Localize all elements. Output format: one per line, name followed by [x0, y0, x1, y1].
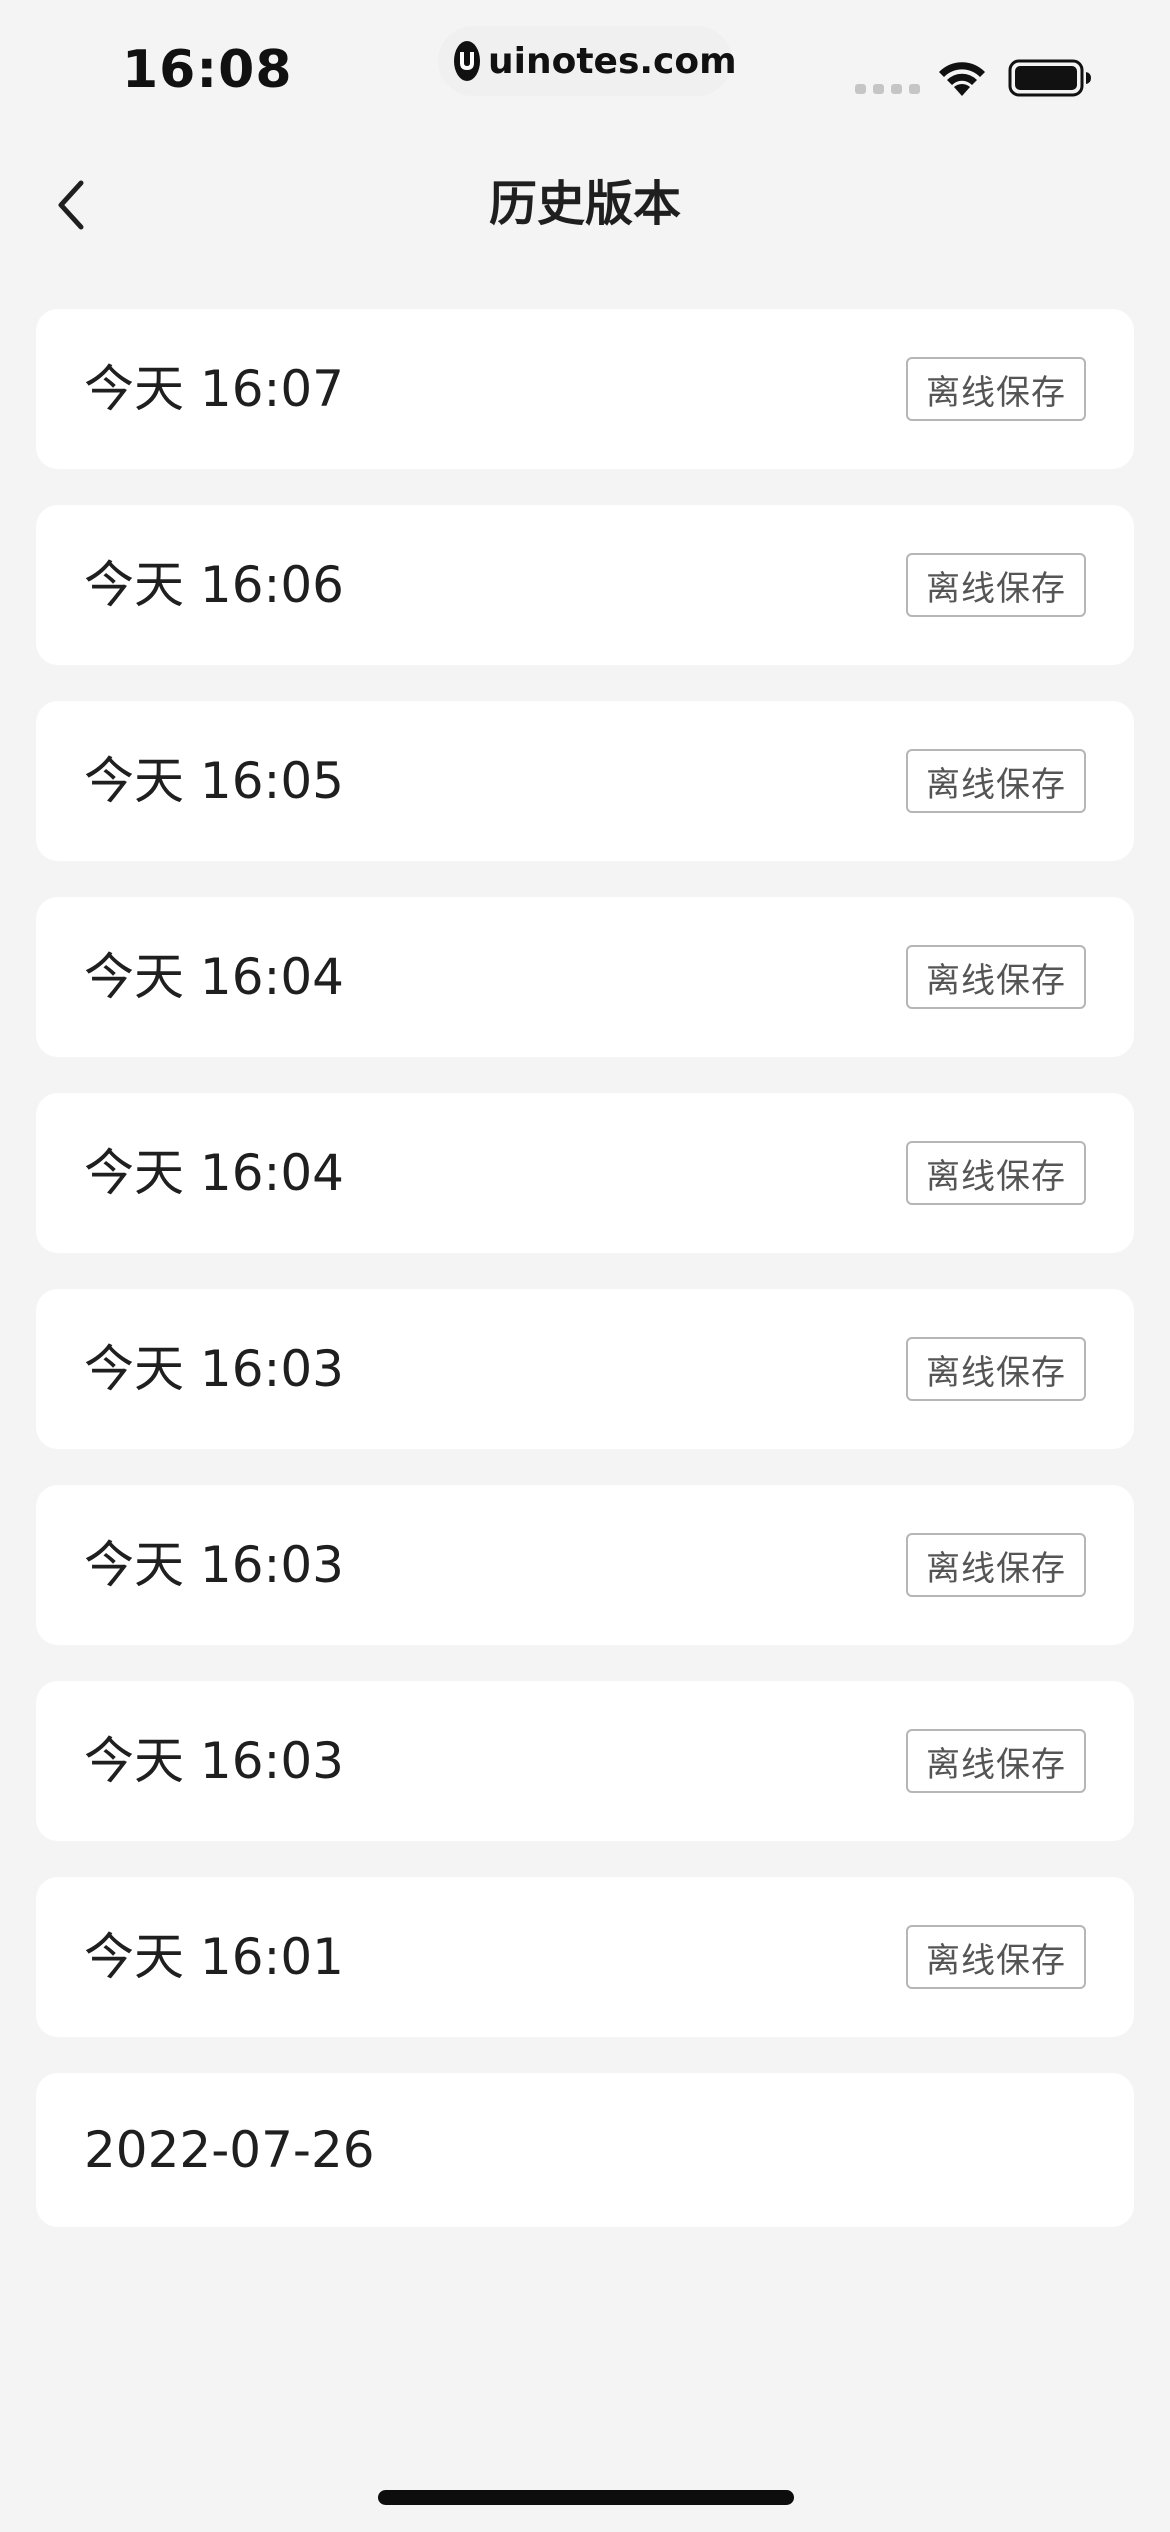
- status-bar: 16:08 uinotes.com: [0, 0, 1170, 150]
- offline-saved-badge: 离线保存: [906, 1729, 1086, 1793]
- offline-saved-badge: 离线保存: [906, 553, 1086, 617]
- offline-saved-badge: 离线保存: [906, 357, 1086, 421]
- page-title: 历史版本: [488, 176, 681, 232]
- version-time: 今天 16:04: [84, 948, 344, 1006]
- status-time: 16:08: [122, 40, 293, 100]
- offline-saved-badge: 离线保存: [906, 749, 1086, 813]
- version-time: 今天 16:03: [84, 1536, 344, 1594]
- version-item[interactable]: 今天 16:03 离线保存: [36, 1681, 1134, 1841]
- site-logo-icon: [454, 41, 480, 81]
- wifi-icon: [939, 62, 985, 96]
- home-indicator: [378, 2490, 794, 2505]
- version-item[interactable]: 今天 16:04 离线保存: [36, 1093, 1134, 1253]
- version-item[interactable]: 今天 16:01 离线保存: [36, 1877, 1134, 2037]
- version-list: 今天 16:07 离线保存 今天 16:06 离线保存 今天 16:05 离线保…: [36, 309, 1134, 2263]
- version-time: 今天 16:01: [84, 1928, 344, 1986]
- offline-saved-badge: 离线保存: [906, 1533, 1086, 1597]
- site-url: uinotes.com: [488, 40, 737, 82]
- offline-saved-badge: 离线保存: [906, 1925, 1086, 1989]
- version-time: 今天 16:03: [84, 1340, 344, 1398]
- version-item[interactable]: 今天 16:05 离线保存: [36, 701, 1134, 861]
- version-date: 2022-07-26: [84, 2121, 375, 2179]
- version-item[interactable]: 今天 16:07 离线保存: [36, 309, 1134, 469]
- version-time: 今天 16:05: [84, 752, 344, 810]
- offline-saved-badge: 离线保存: [906, 1337, 1086, 1401]
- version-item[interactable]: 今天 16:03 离线保存: [36, 1289, 1134, 1449]
- version-item[interactable]: 今天 16:03 离线保存: [36, 1485, 1134, 1645]
- offline-saved-badge: 离线保存: [906, 945, 1086, 1009]
- version-time: 今天 16:03: [84, 1732, 344, 1790]
- version-time: 今天 16:07: [84, 360, 344, 418]
- version-time: 今天 16:06: [84, 556, 344, 614]
- version-item[interactable]: 今天 16:06 离线保存: [36, 505, 1134, 665]
- offline-saved-badge: 离线保存: [906, 1141, 1086, 1205]
- cellular-signal-icon: [855, 84, 920, 94]
- version-item[interactable]: 2022-07-26: [36, 2073, 1134, 2227]
- version-item[interactable]: 今天 16:04 离线保存: [36, 897, 1134, 1057]
- nav-bar: 历史版本: [0, 150, 1170, 260]
- version-time: 今天 16:04: [84, 1144, 344, 1202]
- battery-icon: [1008, 59, 1091, 97]
- site-pill: uinotes.com: [438, 26, 737, 96]
